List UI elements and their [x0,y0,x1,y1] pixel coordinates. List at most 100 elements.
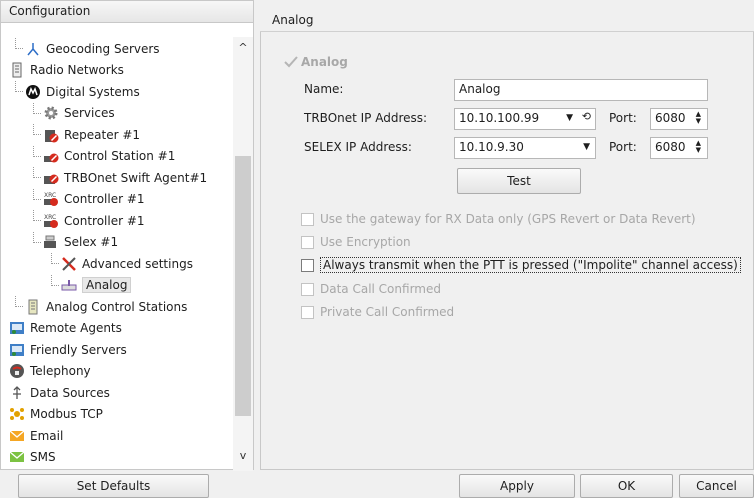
tree-item[interactable]: Data Sources [1,382,233,404]
tree-item-label: Selex #1 [64,235,119,250]
name-input[interactable]: Analog [454,79,708,101]
tree-item[interactable]: TRBOnet Swift Agent#1 [1,167,233,189]
tree-item-label: Email [30,428,64,443]
sms-icon [9,449,25,465]
checkbox [301,282,314,296]
tree-item[interactable]: Selex #1 [1,231,233,254]
selex-ip-combobox[interactable]: 10.10.9.30 ▼ [454,137,596,159]
analog-icon [61,277,77,293]
configuration-header: Configuration [1,1,253,23]
tree-item[interactable]: Friendly Servers [1,339,233,361]
tree-item-label: Telephony [30,364,91,379]
tree-guide-line [33,145,41,157]
tree-item[interactable]: XRC Controller #1 [1,210,233,232]
motorola-icon [25,84,41,100]
tree-item[interactable]: Analog [1,274,233,297]
trbonet-ip-label: TRBOnet IP Address: [304,111,428,125]
tree-item-label: SMS [30,450,56,465]
tools-icon [61,256,77,272]
tree-item-label: Friendly Servers [30,342,127,357]
tree-guide-line [15,81,23,92]
ok-button[interactable]: OK [580,474,673,498]
option-label: Data Call Confirmed [320,282,441,296]
svg-text:XRC: XRC [44,192,56,199]
svg-text:XRC: XRC [44,214,56,221]
trbonet-ip-combobox[interactable]: 10.10.100.99 ▼ ⟲ [454,108,596,130]
analog-group-title: Analog [284,55,348,69]
checkbox [301,235,314,249]
tree-item-label: Analog Control Stations [46,299,188,314]
tree-guide-line [33,188,41,200]
remote-agents-icon [9,320,25,336]
tree-item[interactable]: Telephony [1,361,233,383]
tree-item[interactable]: Modbus TCP [1,404,233,426]
selex-port-spinner[interactable]: 6080 ▲ ▼ [650,137,708,159]
tree-scrollbar[interactable]: ^ v [233,37,253,471]
tree-item[interactable]: Services [1,102,233,125]
data-sources-icon [9,385,25,401]
controller-icon: XRC [43,213,59,229]
dropdown-arrow-icon[interactable]: ▼ [566,113,573,123]
spin-arrows-icon[interactable]: ▲ ▼ [696,140,701,154]
controller-icon: XRC [43,191,59,207]
analog-header: Analog [260,10,754,32]
test-button[interactable]: Test [457,168,581,194]
option-checkbox-row[interactable]: Always transmit when the PTT is pressed … [301,256,741,274]
checkmark-icon [284,56,298,68]
repeater-icon [43,127,59,143]
name-label: Name: [304,82,344,96]
tree-item-label: Advanced settings [82,256,193,271]
tree-guide-line [15,38,23,49]
option-checkbox-row: Data Call Confirmed [301,280,441,298]
configuration-tree[interactable]: Geocoding Servers Radio Networks Digital S… [1,38,233,468]
tree-item-label: Geocoding Servers [46,41,160,56]
tree-guide-line [51,274,59,286]
tree-item-label: Radio Networks [30,63,124,78]
dropdown-arrow-icon[interactable]: ▼ [583,142,590,152]
selex-ip-label: SELEX IP Address: [304,140,412,154]
option-label: Always transmit when the PTT is pressed … [320,257,741,273]
radio-networks-icon [9,62,25,78]
option-checkbox-row: Use the gateway for RX Data only (GPS Re… [301,210,696,228]
tree-guide-line [33,102,41,114]
tree-item[interactable]: Analog Control Stations [1,296,233,318]
tree-item[interactable]: Remote Agents [1,318,233,340]
tree-item-label: Services [64,106,115,121]
tree-item[interactable]: XRC Controller #1 [1,188,233,211]
tree-item[interactable]: Repeater #1 [1,124,233,146]
tree-item[interactable]: SMS [1,447,233,469]
tree-item[interactable]: Advanced settings [1,253,233,275]
apply-button[interactable]: Apply [459,474,575,498]
tree-item[interactable]: Digital Systems [1,81,233,103]
tree-item-label: Analog [82,277,132,294]
set-defaults-button[interactable]: Set Defaults [18,474,209,498]
tree-item[interactable]: Email [1,425,233,447]
telephony-icon [9,363,25,379]
trbonet-port-spinner[interactable]: 6080 ▲ ▼ [650,108,708,130]
cancel-button[interactable]: Cancel [679,474,754,498]
control-station-icon [43,148,59,164]
geocoding-icon [25,41,41,57]
tree-item-label: TRBOnet Swift Agent#1 [64,170,208,185]
tree-guide-line [15,296,23,307]
scroll-thumb[interactable] [235,156,251,416]
refresh-icon[interactable]: ⟲ [582,110,591,123]
tree-item-label: Remote Agents [30,321,122,336]
checkbox [301,212,314,226]
email-icon [9,428,25,444]
trbonet-port-label: Port: [609,111,637,125]
tree-item-label: Modbus TCP [30,407,103,422]
spin-arrows-icon[interactable]: ▲ ▼ [696,111,701,125]
option-label: Private Call Confirmed [320,305,455,319]
option-checkbox-row: Private Call Confirmed [301,303,454,321]
option-label: Use the gateway for RX Data only (GPS Re… [320,212,696,226]
tree-item[interactable]: Geocoding Servers [1,38,233,60]
scroll-up-icon[interactable]: ^ [233,41,253,55]
scroll-down-icon[interactable]: v [233,449,253,463]
tree-item[interactable]: Radio Networks [1,60,233,82]
checkbox[interactable] [301,258,314,272]
tree-guide-line [33,210,41,221]
tree-item[interactable]: Control Station #1 [1,145,233,168]
configuration-panel: Configuration Geocoding Servers Radio Net… [0,0,254,471]
selex-port-label: Port: [609,140,637,154]
